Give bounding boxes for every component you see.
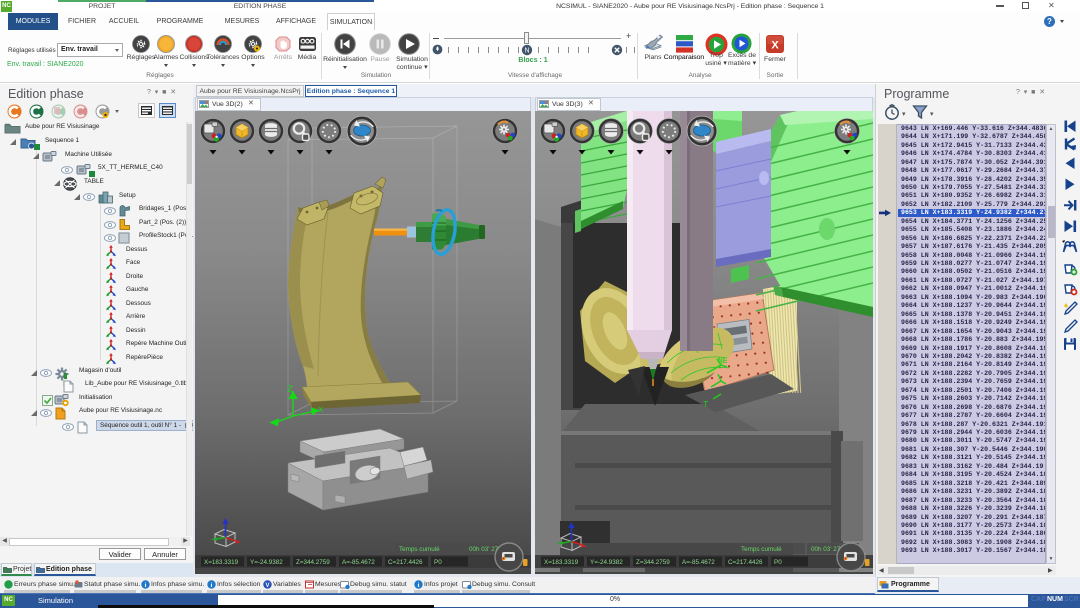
svg-text:i: i xyxy=(145,582,147,589)
svg-text:X: X xyxy=(771,40,779,52)
svg-text:NE: NE xyxy=(718,357,728,366)
svg-text:i: i xyxy=(418,582,420,589)
svg-text:Y=-24.9382: Y=-24.9382 xyxy=(590,559,623,566)
svg-text:T: T xyxy=(703,400,709,410)
svg-text:X=183.3319: X=183.3319 xyxy=(544,559,579,566)
svg-text:Temps cumulé: Temps cumulé xyxy=(741,546,782,553)
svg-text:A=-85.4672: A=-85.4672 xyxy=(342,559,375,566)
svg-text:V: V xyxy=(265,583,269,589)
svg-text:Z=344.2759: Z=344.2759 xyxy=(296,559,330,566)
svg-text:Z: Z xyxy=(287,385,293,396)
svg-text:Z=344.2759: Z=344.2759 xyxy=(636,559,670,566)
svg-text:P0: P0 xyxy=(434,559,442,566)
svg-text:A=-85.4672: A=-85.4672 xyxy=(682,559,715,566)
svg-text:Y=-24.9382: Y=-24.9382 xyxy=(250,559,283,566)
svg-text:C=217.4426: C=217.4426 xyxy=(388,559,423,566)
svg-text:i: i xyxy=(211,582,213,589)
svg-text:N: N xyxy=(524,47,529,54)
svg-text:x: x xyxy=(318,405,323,415)
svg-text:X=183.3319: X=183.3319 xyxy=(204,559,239,566)
svg-text:Temps cumulé: Temps cumulé xyxy=(399,546,440,553)
svg-text:C=217.4426: C=217.4426 xyxy=(728,559,763,566)
svg-text:P0: P0 xyxy=(774,559,782,566)
